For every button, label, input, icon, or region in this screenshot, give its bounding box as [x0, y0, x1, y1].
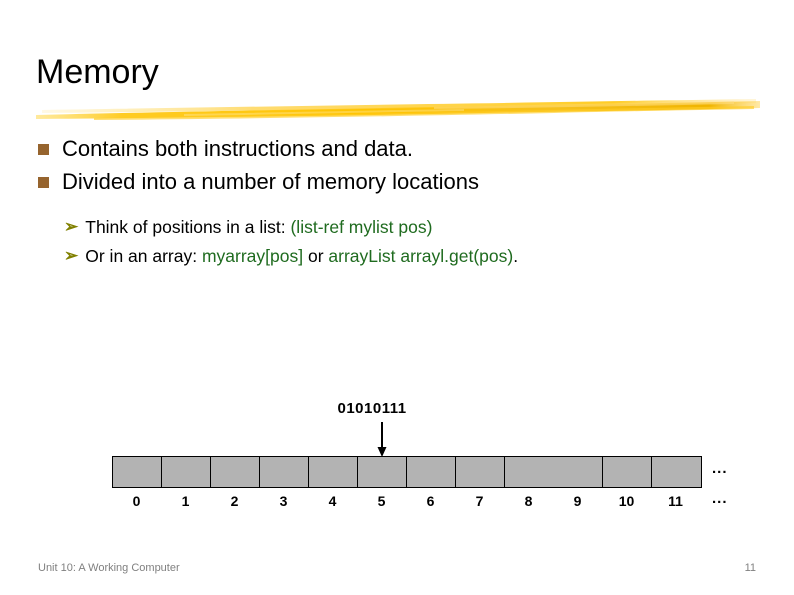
memory-cell [211, 457, 260, 487]
memory-cell [113, 457, 162, 487]
sub-list-item: ➢ Think of positions in a list: (list-re… [64, 214, 764, 241]
sub-bullet-text: Think of positions in a list: (list-ref … [85, 214, 432, 240]
square-bullet-icon [38, 144, 49, 155]
sub-bullet-text: Or in an array: myarray[pos] or arrayLis… [85, 243, 518, 269]
cells-ellipsis: ... [712, 460, 728, 477]
memory-address-label: 4 [328, 493, 337, 509]
memory-address-labels: 0 1 2 3 4 5 6 7 8 9 10 11 [112, 492, 700, 510]
inline-plain-text: Or in an array: [85, 246, 202, 266]
bullet-list: Contains both instructions and data. Div… [38, 134, 758, 200]
memory-cell [652, 457, 701, 487]
memory-address-label: 1 [181, 493, 190, 509]
brush-stroke-icon [36, 99, 760, 120]
memory-cell [456, 457, 505, 487]
memory-cell [505, 457, 603, 487]
bullet-text: Contains both instructions and data. [62, 136, 414, 161]
sub-list-item: ➢ Or in an array: myarray[pos] or arrayL… [64, 243, 764, 270]
memory-cell [358, 457, 407, 487]
arrow-bullet-icon: ➢ [64, 246, 79, 265]
memory-cell [260, 457, 309, 487]
inline-plain-text: or [303, 246, 329, 266]
memory-address-label: 11 [668, 493, 683, 509]
footer-unit-label: Unit 10: A Working Computer [38, 562, 180, 574]
memory-address-label: 10 [618, 493, 635, 509]
inline-code-text: arrayList arrayl.get(pos) [328, 246, 514, 266]
memory-diagram: 01010111 0 1 2 3 4 5 6 7 8 9 10 11 ... ... [0, 390, 794, 520]
memory-cell-strip [112, 456, 702, 488]
inline-plain-text: . [513, 246, 519, 266]
page-title: Memory [36, 53, 159, 91]
addresses-ellipsis: ... [712, 490, 728, 507]
memory-value-label: 01010111 [337, 400, 407, 417]
memory-address-label: 7 [475, 493, 484, 509]
memory-address-label: 3 [279, 493, 288, 509]
inline-plain-text: Think of positions in a list: [85, 217, 291, 237]
brush-stroke-decoration [34, 96, 762, 122]
memory-cell [162, 457, 211, 487]
memory-cell [309, 457, 358, 487]
memory-cell [603, 457, 652, 487]
inline-code-text: myarray[pos] [201, 246, 304, 266]
bullet-text: Divided into a number of memory location… [62, 169, 479, 194]
memory-address-label: 9 [573, 493, 582, 509]
list-item: Contains both instructions and data. [38, 134, 758, 164]
arrow-bullet-icon: ➢ [64, 217, 79, 236]
memory-address-label: 5 [377, 493, 386, 509]
sub-bullet-list: ➢ Think of positions in a list: (list-re… [64, 214, 764, 272]
memory-cell [407, 457, 456, 487]
list-item: Divided into a number of memory location… [38, 167, 758, 197]
inline-code-text: (list-ref mylist pos) [290, 217, 433, 237]
memory-address-label: 6 [426, 493, 435, 509]
memory-address-label: 2 [230, 493, 239, 509]
memory-address-label: 8 [524, 493, 533, 509]
footer-page-number: 11 [744, 562, 756, 574]
slide-canvas: Memory Contains both instructions and da… [0, 0, 794, 595]
memory-address-label: 0 [132, 493, 141, 509]
square-bullet-icon [38, 177, 49, 188]
